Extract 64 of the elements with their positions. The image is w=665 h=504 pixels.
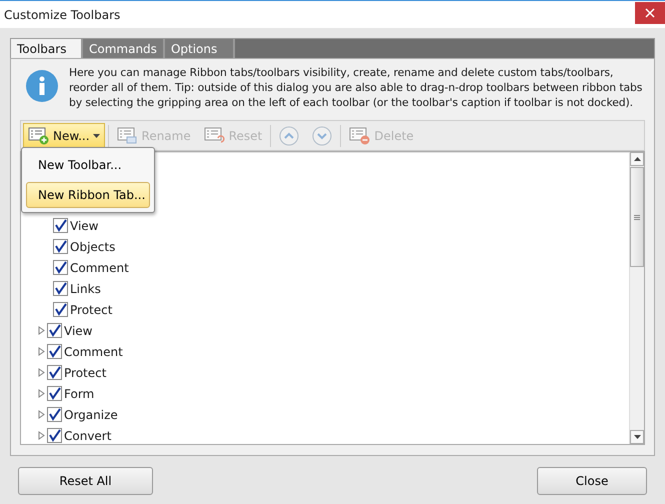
close-dialog-button[interactable]: Close bbox=[537, 467, 647, 495]
tree-item-label: Convert bbox=[64, 428, 112, 442]
checkbox[interactable] bbox=[47, 365, 62, 380]
tree-item-label: Organize bbox=[64, 408, 118, 422]
expand-arrow-icon[interactable] bbox=[37, 431, 45, 440]
tree-item[interactable]: Organize bbox=[21, 404, 629, 425]
tree-item[interactable]: Protect bbox=[21, 299, 629, 320]
menu-item[interactable]: New Toolbar... bbox=[26, 152, 150, 178]
scrollbar-thumb[interactable] bbox=[630, 167, 644, 267]
expand-arrow-icon[interactable] bbox=[37, 410, 45, 419]
checkbox[interactable] bbox=[53, 218, 68, 233]
tree-item[interactable]: Form bbox=[21, 383, 629, 404]
list-add-icon bbox=[28, 126, 50, 144]
scroll-down-icon[interactable] bbox=[634, 435, 640, 439]
menu-item[interactable]: New Ribbon Tab... bbox=[26, 182, 150, 208]
tree-item-label: Comment bbox=[64, 344, 123, 358]
tree-item[interactable]: Links bbox=[21, 278, 629, 299]
close-button[interactable] bbox=[635, 2, 665, 24]
checkbox[interactable] bbox=[47, 323, 62, 338]
tree-item-label: View bbox=[64, 324, 92, 338]
info-text: Here you can manage Ribbon tabs/toolbars visibility, create, rename and delete custom tabs/toolbars, reorder all of them. Tip: outside of this dialog you are also able to drag-n-drop toolbars between ribbon tabs by selecting the gripping area on the left of each toolbar (or the toolbar's caption if toolbar is not docked). bbox=[69, 65, 644, 110]
tree-item[interactable]: Convert bbox=[21, 425, 629, 444]
expand-arrow-icon[interactable] bbox=[37, 347, 45, 356]
list-undo-icon bbox=[204, 126, 226, 144]
caret-icon bbox=[92, 134, 100, 138]
tree-item[interactable]: Protect bbox=[21, 362, 629, 383]
checkbox[interactable] bbox=[53, 281, 68, 296]
tree-item[interactable]: Comment bbox=[21, 257, 629, 278]
tree-item-label: Links bbox=[70, 282, 101, 296]
checkbox[interactable] bbox=[47, 428, 62, 443]
scroll-up-icon[interactable] bbox=[634, 157, 640, 161]
expand-arrow-icon[interactable] bbox=[37, 389, 45, 398]
tab[interactable]: Toolbars bbox=[10, 38, 82, 59]
checkbox[interactable] bbox=[47, 386, 62, 401]
checkbox[interactable] bbox=[53, 302, 68, 317]
arrow-down-icon bbox=[312, 126, 332, 146]
expand-arrow-icon[interactable] bbox=[37, 368, 45, 377]
reset-all-button[interactable]: Reset All bbox=[18, 467, 153, 495]
tree-item-label: Comment bbox=[70, 260, 129, 274]
close-icon bbox=[645, 8, 655, 18]
checkbox[interactable] bbox=[47, 407, 62, 422]
checkbox[interactable] bbox=[47, 344, 62, 359]
expand-arrow-icon[interactable] bbox=[37, 326, 45, 335]
tree-item-label: Form bbox=[64, 386, 94, 400]
tree-item-label: View bbox=[70, 218, 98, 232]
tree-item[interactable]: Comment bbox=[21, 341, 629, 362]
tree-item-label: Protect bbox=[64, 366, 106, 380]
grip-icon bbox=[634, 214, 640, 220]
tab[interactable]: Options bbox=[164, 38, 234, 58]
tree-item[interactable]: Objects bbox=[21, 236, 629, 257]
checkbox[interactable] bbox=[53, 239, 68, 254]
info-icon bbox=[25, 69, 59, 103]
tree-item[interactable]: View bbox=[21, 215, 629, 236]
scrollbar[interactable] bbox=[629, 152, 644, 444]
tree-item-label: Protect bbox=[70, 302, 112, 316]
arrow-up-icon bbox=[279, 126, 300, 146]
list-rename-icon bbox=[116, 126, 139, 144]
list-remove-icon bbox=[349, 126, 372, 144]
new-button[interactable]: New... bbox=[23, 123, 105, 148]
tab[interactable]: Commands bbox=[82, 38, 164, 58]
window-title: Customize Toolbars bbox=[3, 8, 120, 22]
checkbox[interactable] bbox=[53, 260, 68, 275]
tree-item-label: Objects bbox=[70, 240, 116, 254]
tree-item[interactable]: View bbox=[21, 320, 629, 341]
